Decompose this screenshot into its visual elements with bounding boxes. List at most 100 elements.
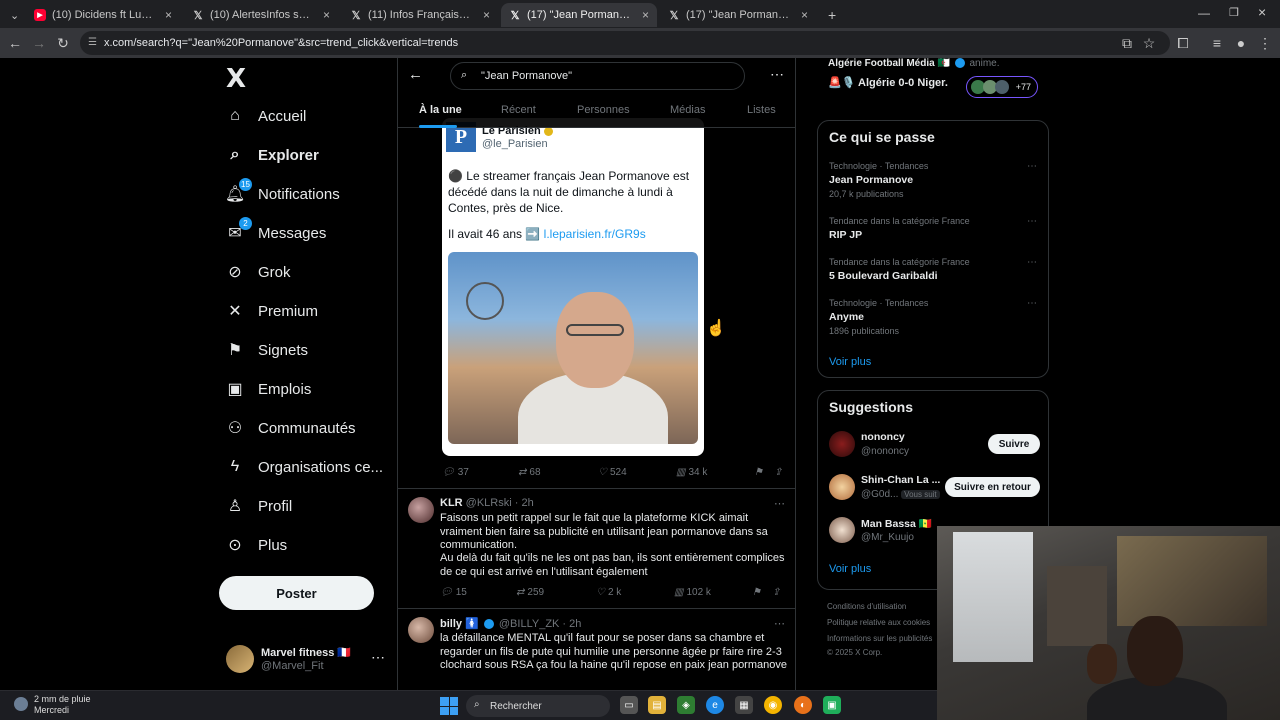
nav-item-messages[interactable]: ✉ 2 Messages	[226, 216, 326, 250]
post[interactable]: KLR @KLRski · 2h ⋯ Faisons un petit rapp…	[398, 488, 795, 608]
back-arrow-icon[interactable]: ←	[408, 66, 423, 83]
footer-link[interactable]: Conditions d'utilisation	[827, 602, 906, 611]
install-app-icon[interactable]: ⧉	[1118, 34, 1136, 52]
nav-item-emplois[interactable]: ▣ Emplois	[226, 372, 311, 406]
nav-item-notifications[interactable]: 🔔︎ 15 Notifications	[225, 177, 340, 211]
nav-item-plus[interactable]: ⊙ Plus	[226, 528, 287, 562]
tab-medias[interactable]: Médias	[670, 104, 705, 116]
search-input[interactable]: ⌕ "Jean Pormanove"	[450, 62, 745, 90]
file-explorer-icon[interactable]: ▤	[648, 696, 666, 714]
like-button[interactable]: ♡ 2 k	[596, 587, 621, 598]
follow-button[interactable]: Suivre	[988, 434, 1040, 454]
nav-item-explorer[interactable]: ⌕ Explorer	[226, 138, 319, 172]
avatar[interactable]	[408, 617, 434, 643]
close-icon[interactable]: ×	[483, 8, 490, 22]
reply-button[interactable]: 💬︎ 37	[442, 467, 469, 478]
views-button[interactable]: ▥ 34 k	[676, 467, 707, 478]
bookmark-button[interactable]: ⚑	[754, 467, 763, 478]
suggestion-name[interactable]: Shin-Chan La ...	[861, 474, 940, 486]
taskbar-search-input[interactable]: ⌕ Rechercher	[466, 695, 610, 717]
close-icon[interactable]: ×	[323, 8, 330, 22]
avatar[interactable]	[408, 497, 434, 523]
browser-tab-1[interactable]: ▶ (10) Dicidens ft Lunatic - De la ×	[26, 3, 180, 27]
tab-a-la-une[interactable]: À la une	[419, 104, 462, 116]
minimize-icon[interactable]: —	[1198, 6, 1210, 20]
trend-item[interactable]: Anyme	[829, 311, 864, 323]
bookmark-button[interactable]: ⚑	[752, 587, 761, 598]
reload-icon[interactable]: ↻	[54, 34, 72, 52]
trend-item[interactable]: 5 Boulevard Garibaldi	[829, 270, 938, 282]
browser-tab-3[interactable]: 𝕏 (11) Infos Françaises sur X : "DE ×	[342, 3, 498, 27]
tab-listes[interactable]: Listes	[747, 104, 776, 116]
tab-recent[interactable]: Récent	[501, 104, 536, 116]
nav-item-profil[interactable]: ♙ Profil	[226, 489, 292, 523]
more-dots-icon[interactable]: ⋯	[1027, 257, 1037, 268]
trend-item[interactable]: Jean Pormanove	[829, 174, 913, 186]
nav-item-communautes[interactable]: ⚇ Communautés	[226, 411, 356, 445]
restore-icon[interactable]: ❐	[1229, 6, 1239, 19]
share-button[interactable]: ⇪	[772, 587, 780, 598]
suggestions-show-more-link[interactable]: Voir plus	[829, 563, 871, 575]
close-icon[interactable]: ×	[165, 8, 172, 22]
views-button[interactable]: ▥ 102 k	[674, 587, 711, 598]
avatar[interactable]	[829, 517, 855, 543]
more-dots-icon[interactable]: ⋯	[371, 649, 385, 666]
post-author-name[interactable]: KLR	[440, 497, 463, 509]
avatar[interactable]	[829, 474, 855, 500]
footer-link[interactable]: Politique relative aux cookies	[827, 618, 930, 627]
new-tab-button[interactable]: +	[820, 3, 840, 27]
site-info-icon[interactable]: ☰	[88, 37, 97, 48]
repost-button[interactable]: ⇄ 68	[518, 467, 541, 478]
back-arrow-icon[interactable]: ←	[6, 34, 24, 52]
bookmark-star-icon[interactable]: ☆	[1140, 34, 1158, 52]
browser-tab-5[interactable]: 𝕏 (17) "Jean Pormanove" - Reche ×	[660, 3, 816, 27]
close-icon[interactable]: ×	[801, 8, 808, 22]
post-button[interactable]: Poster	[219, 576, 374, 610]
chrome-browser-icon[interactable]: ◉	[764, 696, 782, 714]
browser-menu-icon[interactable]: ⋮	[1256, 34, 1274, 52]
window-close-icon[interactable]: ×	[1258, 4, 1266, 20]
nav-item-accueil[interactable]: ⌂ Accueil	[226, 99, 306, 133]
task-view-icon[interactable]: ▭	[620, 696, 638, 714]
nav-item-signets[interactable]: ⚑ Signets	[226, 333, 308, 367]
close-icon[interactable]: ×	[642, 8, 649, 22]
snippet-author[interactable]: Algérie Football Média 🇩🇿	[828, 58, 950, 69]
post[interactable]: billy 🚺 @BILLY_ZK · 2h ⋯ la défaillance …	[398, 608, 795, 690]
more-options-icon[interactable]: ⋯	[770, 66, 784, 83]
post-media-image[interactable]: P Le Parisien @le_Parisien ⚫ Le streamer…	[442, 118, 704, 456]
post-author-name[interactable]: billy 🚺	[440, 618, 479, 630]
windows-start-icon[interactable]	[440, 697, 458, 715]
more-dots-icon[interactable]: ⋯	[1027, 161, 1037, 172]
more-dots-icon[interactable]: ⋯	[1027, 216, 1037, 227]
post-author-handle[interactable]: @KLRski · 2h	[466, 497, 534, 509]
reply-button[interactable]: 💬︎ 15	[440, 587, 467, 598]
nav-item-premium[interactable]: ✕ Premium	[226, 294, 318, 328]
like-button[interactable]: ♡ 524	[598, 467, 627, 478]
follow-back-button[interactable]: Suivre en retour	[945, 477, 1040, 497]
suggestion-name[interactable]: nononcy	[861, 431, 905, 443]
trend-item[interactable]: RIP JP	[829, 229, 862, 241]
more-dots-icon[interactable]: ⋯	[774, 497, 785, 510]
repost-button[interactable]: ⇄ 259	[516, 587, 544, 598]
store-icon[interactable]: ▦	[735, 696, 753, 714]
tab-list-button[interactable]: ⌄	[2, 3, 22, 27]
x-logo-icon[interactable]: X	[226, 64, 246, 94]
edge-browser-icon[interactable]: e	[706, 696, 724, 714]
tab-personnes[interactable]: Personnes	[577, 104, 630, 116]
footer-link[interactable]: Informations sur les publicités	[827, 634, 932, 643]
suggestion-name[interactable]: Man Bassa 🇸🇳	[861, 517, 932, 530]
app-icon[interactable]: ▣	[823, 696, 841, 714]
more-dots-icon[interactable]: ⋯	[774, 617, 785, 630]
reading-list-icon[interactable]: ≡	[1208, 34, 1226, 52]
embedded-post-link[interactable]: l.leparisien.fr/GR9s	[544, 227, 646, 241]
browser-tab-4-active[interactable]: 𝕏 (17) "Jean Pormanove" - Reche ×	[501, 3, 657, 27]
extensions-icon[interactable]: ⧠	[1174, 34, 1192, 52]
address-bar[interactable]: ☰ x.com/search?q="Jean%20Pormanove"&src=…	[80, 31, 1170, 55]
profile-avatar-icon[interactable]: ●	[1232, 34, 1250, 52]
nav-item-organisations[interactable]: ϟ Organisations ce...	[226, 450, 383, 484]
avatar[interactable]	[829, 431, 855, 457]
firefox-browser-icon[interactable]: ◐	[794, 696, 812, 714]
forward-arrow-icon[interactable]: →	[30, 34, 48, 52]
nvidia-icon[interactable]: ◈	[677, 696, 695, 714]
account-switcher[interactable]: Marvel fitness 🇫🇷 @Marvel_Fit ⋯	[226, 643, 396, 679]
